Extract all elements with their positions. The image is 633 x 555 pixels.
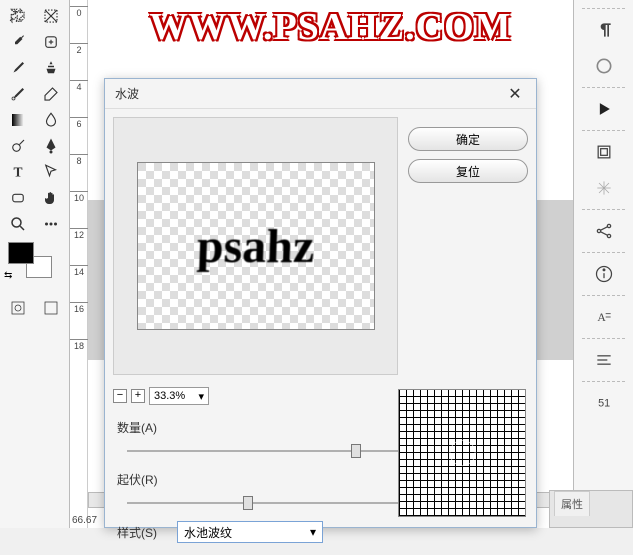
style-label: 样式(S) [117,524,177,541]
swap-colors-icon[interactable]: ⇆ [4,270,12,281]
quickmask-standard[interactable] [4,296,32,320]
quickmask-mask[interactable] [37,296,65,320]
dialog-title-text: 水波 [115,85,139,102]
blur-tool[interactable] [37,108,65,132]
chevron-down-icon: ▾ [198,390,204,403]
healing-tool[interactable] [37,30,65,54]
eyedropper-tool[interactable] [4,30,32,54]
tools-panel: T ⇆ [0,0,70,528]
zoom-select[interactable]: 33.3% ▾ [149,387,209,405]
play-icon[interactable] [582,94,626,124]
character-icon[interactable]: A [582,302,626,332]
close-icon[interactable]: ✕ [504,83,526,105]
clone-stamp-tool[interactable] [37,56,65,80]
history-brush-tool[interactable] [4,82,32,106]
eraser-tool[interactable] [37,82,65,106]
zoom-tool[interactable] [4,212,32,236]
zoom-value: 33.3% [154,390,185,402]
rect-select-tool[interactable] [37,4,65,28]
share-icon[interactable] [582,216,626,246]
ridge-label: 起伏(R) [117,471,177,488]
preview-pane: psahz [113,117,398,375]
gradient-tool[interactable] [4,108,32,132]
pen-tool[interactable] [37,134,65,158]
chevron-down-icon: ▾ [310,525,316,539]
paragraph-icon[interactable] [582,15,626,45]
mesh-preview [398,389,526,517]
style-value: 水池波纹 [184,524,232,541]
svg-text:51: 51 [598,397,610,409]
ok-button[interactable]: 确定 [408,127,528,151]
dodge-tool[interactable] [4,134,32,158]
zoom-indicator: 66.67 [72,515,97,526]
dialog-titlebar: 水波 ✕ [105,79,536,109]
style-select[interactable]: 水池波纹 ▾ [177,521,323,543]
reset-button[interactable]: 复位 [408,159,528,183]
path-select-tool[interactable] [37,160,65,184]
paragraph-panel-icon[interactable] [582,345,626,375]
svg-text:T: T [14,165,23,180]
burst-icon[interactable] [582,173,626,203]
text-tool[interactable]: T [4,160,32,184]
color-swatches: ⇆ [2,242,67,284]
slider-thumb[interactable] [351,444,361,458]
vertical-ruler: 0 2 4 6 8 10 12 14 16 18 [70,0,88,528]
shape-tool[interactable] [4,186,32,210]
foreground-color[interactable] [8,242,34,264]
wave-dialog: 水波 ✕ psahz 确定 复位 − + 33.3% ▾ 数量(A) [104,78,537,528]
info-icon[interactable] [582,259,626,289]
svg-text:A: A [597,311,606,324]
properties-panel: 属性 [549,490,633,528]
preview-image[interactable]: psahz [137,162,375,330]
move-tool[interactable] [4,4,32,28]
zoom-out-button[interactable]: − [113,389,127,403]
brush-tool[interactable] [4,56,32,80]
slider-thumb[interactable] [243,496,253,510]
frame-icon[interactable] [582,137,626,167]
zoom-in-button[interactable]: + [131,389,145,403]
amount-label: 数量(A) [117,419,177,436]
properties-tab[interactable]: 属性 [554,491,590,516]
measure-icon[interactable]: 51 [582,388,626,418]
refresh-icon[interactable] [582,51,626,81]
more-tool[interactable] [37,212,65,236]
preview-text: psahz [196,219,315,274]
hand-tool[interactable] [37,186,65,210]
right-panel: A 51 [573,0,633,528]
